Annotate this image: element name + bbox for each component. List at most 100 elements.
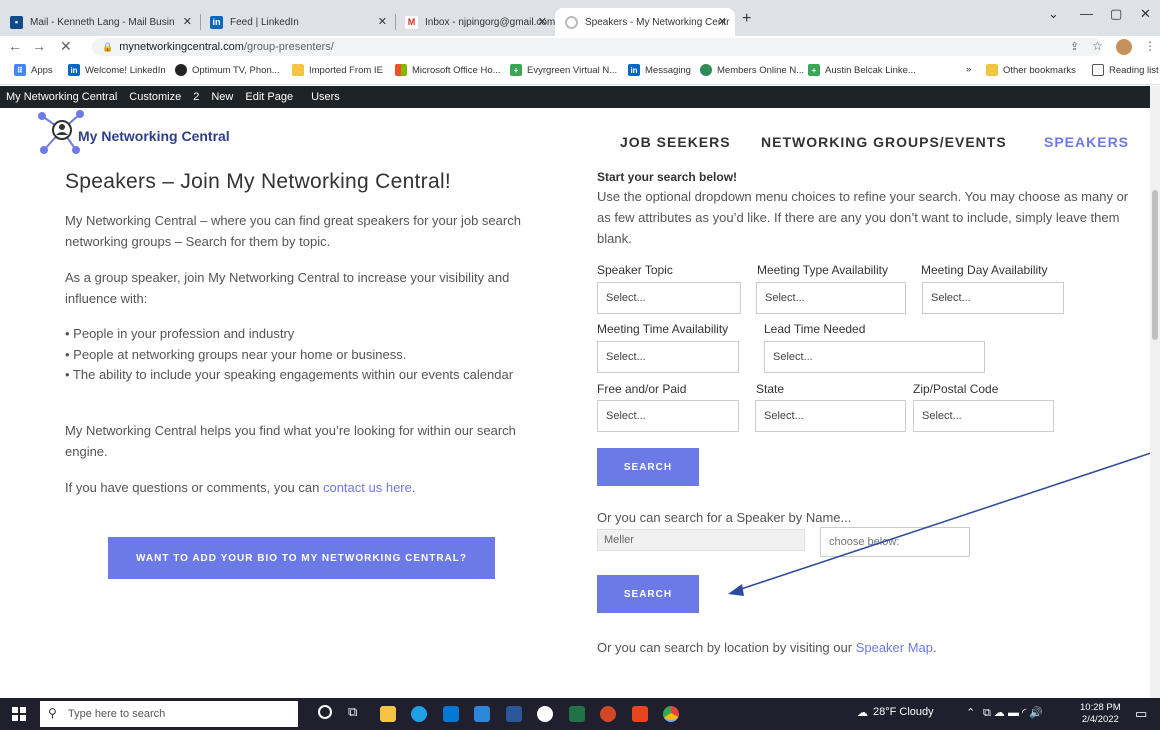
bookmarks-overflow[interactable]: » (966, 64, 971, 75)
tab-mail[interactable]: ▪ Mail - Kenneth Lang - Mail Busin ✕ (0, 8, 200, 36)
linkedin-icon: in (210, 15, 223, 29)
members-icon (700, 64, 712, 76)
url-field[interactable]: 🔒 mynetworkingcentral.com/group-presente… (92, 38, 1102, 56)
add-bio-button[interactable]: WANT TO ADD YOUR BIO TO MY NETWORKING CE… (108, 537, 495, 579)
outlook-icon: ▪ (10, 15, 23, 29)
menu-icon[interactable]: ⋮ (1144, 39, 1156, 53)
tab-speakers[interactable]: Speakers - My Networking Centr ✕ (555, 8, 735, 36)
bookmark-messaging[interactable]: in Messaging (628, 64, 691, 76)
address-bar: ← → ✕ 🔒 mynetworkingcentral.com/group-pr… (0, 36, 1160, 58)
page-title: Speakers – Join My Networking Central! (65, 170, 452, 193)
taskbar-search-input[interactable]: ⚲ Type here to search (40, 701, 298, 727)
cortana-icon[interactable] (318, 705, 332, 719)
loading-icon (565, 15, 578, 29)
search-by-name-button[interactable]: SEARCH (597, 575, 699, 613)
edge-icon[interactable] (411, 706, 427, 722)
wp-site-link[interactable]: My Networking Central (6, 91, 117, 103)
label-meeting-day: Meeting Day Availability (921, 263, 1048, 277)
share-icon[interactable]: ⇪ (1070, 40, 1079, 53)
wp-edit-page-link[interactable]: Edit Page (245, 91, 293, 103)
weather-text[interactable]: 28°F Cloudy (873, 706, 934, 718)
wp-comments-count[interactable]: 2 (193, 91, 199, 103)
tab-search-icon[interactable]: ⌄ (1048, 6, 1059, 22)
bookmark-evyrgreen[interactable]: + Evyrgreen Virtual N... (510, 64, 617, 76)
label-free-paid: Free and/or Paid (597, 382, 687, 396)
bookmark-imported[interactable]: Imported From IE (292, 64, 383, 76)
windows-taskbar: ⚲ Type here to search ⧉ ☁ 28°F Cloudy ⌃ … (0, 698, 1160, 730)
close-icon[interactable]: ✕ (378, 15, 387, 28)
url-path: /group-presenters/ (243, 41, 334, 53)
tray-icons[interactable]: ⧉ ☁ ▬ ◜ 🔊 (983, 706, 1043, 720)
bookmark-members[interactable]: Members Online N... (700, 64, 804, 76)
select-speaker-topic[interactable]: Select... (597, 282, 741, 314)
search-heading: Start your search below! (597, 170, 738, 184)
forward-icon[interactable]: → (32, 38, 46, 54)
bookmark-other[interactable]: Other bookmarks (986, 64, 1076, 76)
search-engine-paragraph: My Networking Central helps you find wha… (65, 423, 516, 459)
wp-customize-link[interactable]: Customize (129, 91, 181, 103)
nav-networking-groups[interactable]: NETWORKING GROUPS/EVENTS (761, 134, 1007, 150)
select-free-paid[interactable]: Select... (597, 400, 739, 432)
wp-users-link[interactable]: Users (311, 91, 340, 103)
stop-icon[interactable]: ✕ (60, 38, 72, 55)
close-icon[interactable]: ✕ (538, 15, 547, 28)
folder-icon (292, 64, 304, 76)
site-logo-text[interactable]: My Networking Central (78, 128, 230, 144)
select-meeting-day[interactable]: Select... (922, 282, 1064, 314)
clock[interactable]: 10:28 PM 2/4/2022 (1080, 702, 1121, 726)
gmail-icon: M (405, 15, 418, 29)
close-icon[interactable]: ✕ (718, 15, 727, 28)
contact-us-link[interactable]: contact us here (323, 480, 412, 495)
url-domain: mynetworkingcentral.com (119, 41, 244, 53)
maximize-icon[interactable]: ▢ (1110, 6, 1122, 22)
powerpoint-icon[interactable] (600, 706, 616, 722)
speaker-map-link[interactable]: Speaker Map (856, 640, 933, 655)
office-icon[interactable] (632, 706, 648, 722)
select-lead-time[interactable]: Select... (764, 341, 985, 373)
profile-avatar[interactable] (1116, 39, 1132, 55)
store-icon[interactable] (443, 706, 459, 722)
tab-label: Speakers - My Networking Centr (585, 16, 730, 28)
nav-speakers[interactable]: SPEAKERS (1044, 134, 1129, 150)
close-icon[interactable]: ✕ (183, 15, 192, 28)
reading-list[interactable]: Reading list (1092, 64, 1159, 76)
tab-linkedin[interactable]: in Feed | LinkedIn ✕ (200, 8, 395, 36)
input-zip[interactable]: Select... (913, 400, 1054, 432)
tab-label: Inbox - njpingorg@gmail.com - (425, 16, 555, 28)
bookmark-apps[interactable]: ⠿ Apps (14, 64, 53, 76)
dell-icon[interactable] (537, 706, 553, 722)
tab-gmail[interactable]: M Inbox - njpingorg@gmail.com - ✕ (395, 8, 555, 36)
bookmark-optimum[interactable]: Optimum TV, Phon... (175, 64, 280, 76)
file-explorer-icon[interactable] (380, 706, 396, 722)
chrome-icon[interactable] (663, 706, 679, 722)
bookmark-office[interactable]: Microsoft Office Ho... (395, 64, 501, 76)
notifications-icon[interactable]: ▭ (1135, 706, 1147, 722)
select-meeting-time[interactable]: Select... (597, 341, 739, 373)
evyrgreen-icon: + (510, 64, 522, 76)
task-view-icon[interactable]: ⧉ (348, 704, 357, 720)
star-icon[interactable]: ☆ (1092, 39, 1103, 53)
word-icon[interactable] (506, 706, 522, 722)
back-icon[interactable]: ← (8, 38, 22, 54)
tray-chevron-icon[interactable]: ⌃ (966, 706, 975, 719)
wp-new-link[interactable]: New (211, 91, 233, 103)
excel-icon[interactable] (569, 706, 585, 722)
close-window-icon[interactable]: ✕ (1140, 6, 1151, 22)
intro-paragraph: My Networking Central – where you can fi… (65, 213, 521, 249)
scrollbar-thumb[interactable] (1152, 190, 1158, 340)
bookmark-linkedin[interactable]: in Welcome! LinkedIn (68, 64, 166, 76)
nav-job-seekers[interactable]: JOB SEEKERS (620, 134, 731, 150)
search-button[interactable]: SEARCH (597, 448, 699, 486)
mail-icon[interactable] (474, 706, 490, 722)
page-scrollbar[interactable] (1150, 86, 1160, 698)
select-state[interactable]: Select... (755, 400, 906, 432)
bullet-item: • People at networking groups near your … (65, 347, 407, 362)
new-tab-button[interactable]: + (742, 10, 751, 28)
windows-start-icon[interactable] (12, 707, 26, 721)
search-intro: Use the optional dropdown menu choices t… (597, 189, 1129, 246)
linkedin-icon: in (628, 64, 640, 76)
select-meeting-type[interactable]: Select... (756, 282, 906, 314)
bookmark-austin[interactable]: + Austin Belcak Linke... (808, 64, 916, 76)
microsoft-icon (395, 64, 407, 76)
minimize-icon[interactable]: — (1080, 6, 1093, 21)
